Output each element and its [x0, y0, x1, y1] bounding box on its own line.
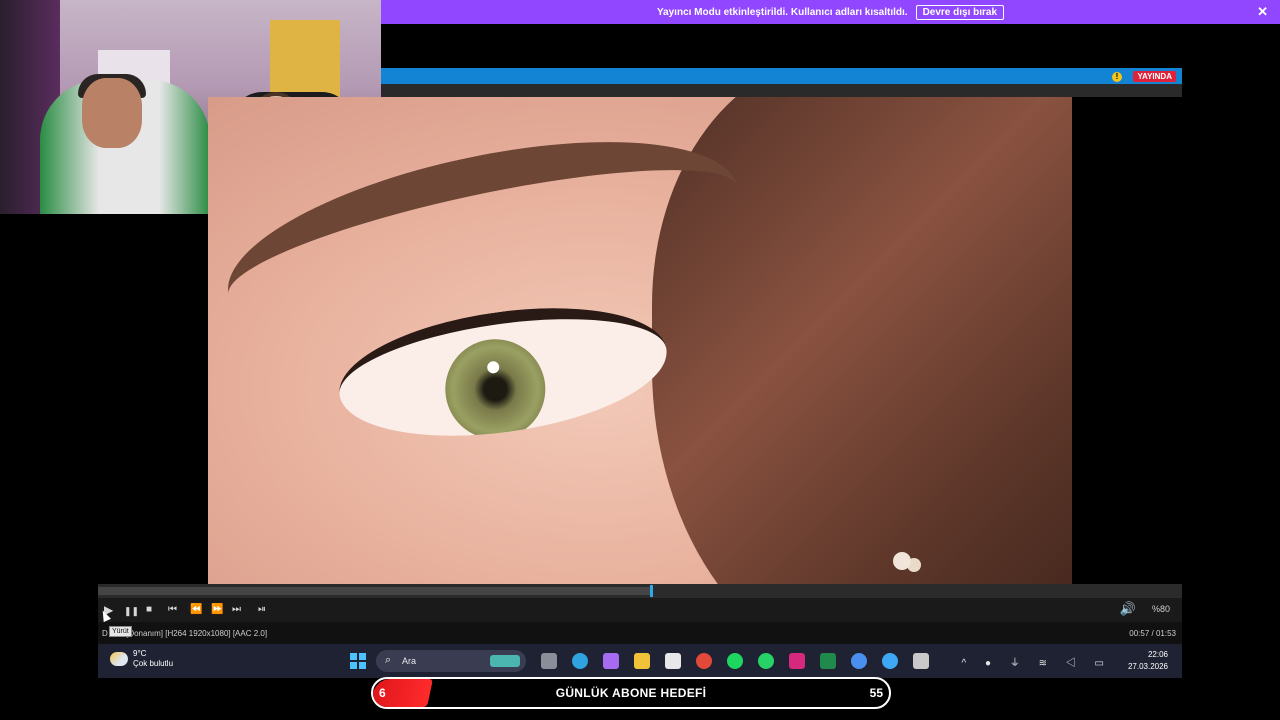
whatsapp-icon[interactable]	[758, 653, 774, 669]
warning-icon[interactable]: !	[1112, 72, 1122, 82]
pause-icon[interactable]: ❚❚	[124, 603, 139, 619]
clock-date: 27.03.2026	[1127, 662, 1168, 671]
playback-time: 00:57 / 01:53	[1129, 629, 1176, 638]
player-controls: ▶ ❚❚ ■ ⏮ ⏪ ⏩ ⏭ ⏯ 🔊 %80	[98, 598, 1182, 622]
windows-taskbar: 9°C Çok bulutlu ⌕ Ara ^ ● ⏚ ≋ ◁ ▭ 22:06 …	[98, 644, 1182, 678]
excel-icon[interactable]	[820, 653, 836, 669]
search-label: Ara	[402, 656, 417, 666]
cloudy-weather-icon	[110, 652, 128, 666]
file-explorer-icon[interactable]	[634, 653, 650, 669]
fast-forward-icon[interactable]: ⏩	[211, 602, 223, 618]
disable-streamer-mode-button[interactable]: Devre dışı bırak	[915, 4, 1005, 20]
chrome-icon[interactable]	[696, 653, 712, 669]
clock[interactable]: 22:06 27.03.2026	[1128, 649, 1168, 673]
eye	[331, 289, 675, 455]
player-status-bar: D ıldı [Donanım] [H264 1920x1080] [AAC 2…	[98, 608, 1182, 644]
previous-icon[interactable]: ⏮	[168, 602, 177, 618]
copilot-icon[interactable]	[603, 653, 619, 669]
chrome-profile-icon[interactable]	[851, 653, 867, 669]
rewind-icon[interactable]: ⏪	[190, 602, 202, 618]
stream-header-bar: ! YAYINDA	[381, 68, 1182, 84]
goal-target: 55	[869, 686, 883, 700]
volume-icon[interactable]: 🔊	[1120, 601, 1136, 617]
banner-message: Yayıncı Modu etkinleştirildi. Kullanıcı …	[656, 6, 908, 18]
system-tray-icons[interactable]: ^ ● ⏚ ≋ ◁ ▭	[962, 654, 1112, 669]
volume-level[interactable]: %80	[1152, 604, 1170, 614]
obs-icon[interactable]	[913, 653, 929, 669]
task-view-icon[interactable]	[541, 653, 557, 669]
start-button[interactable]	[350, 653, 366, 669]
edge-icon[interactable]	[572, 653, 588, 669]
subscriber-goal-bar: 6 GÜNLÜK ABONE HEDEFİ 55	[371, 677, 891, 709]
earring	[893, 552, 911, 570]
seek-handle[interactable]	[649, 585, 653, 597]
seek-bar-played	[98, 587, 651, 595]
weather-widget[interactable]: 9°C Çok bulutlu	[110, 649, 173, 669]
spotify-icon[interactable]	[727, 653, 743, 669]
weather-temp: 9°C	[133, 649, 147, 658]
frame-step-icon[interactable]: ⏯	[258, 602, 266, 618]
store-icon[interactable]	[665, 653, 681, 669]
cloud-app-icon[interactable]	[882, 653, 898, 669]
seek-bar[interactable]	[98, 584, 1182, 598]
play-tooltip: Yürüt	[109, 626, 132, 637]
weather-desc: Çok bulutlu	[133, 659, 174, 668]
search-icon: ⌕	[385, 654, 392, 666]
instagram-icon[interactable]	[789, 653, 805, 669]
search-highlight-icon	[490, 655, 520, 667]
close-icon[interactable]: ✕	[1257, 4, 1268, 20]
search-box[interactable]: ⌕ Ara	[376, 650, 526, 672]
live-badge: YAYINDA	[1133, 71, 1176, 82]
clock-time: 22:06	[1147, 650, 1168, 659]
goal-title: GÜNLÜK ABONE HEDEFİ	[555, 686, 707, 700]
video-frame[interactable]	[208, 97, 1072, 584]
stop-icon[interactable]: ■	[146, 602, 152, 618]
next-icon[interactable]: ⏭	[232, 602, 241, 618]
streamer-mode-banner: Yayıncı Modu etkinleştirildi. Kullanıcı …	[381, 0, 1280, 24]
stream-subheader-bar	[381, 84, 1182, 97]
